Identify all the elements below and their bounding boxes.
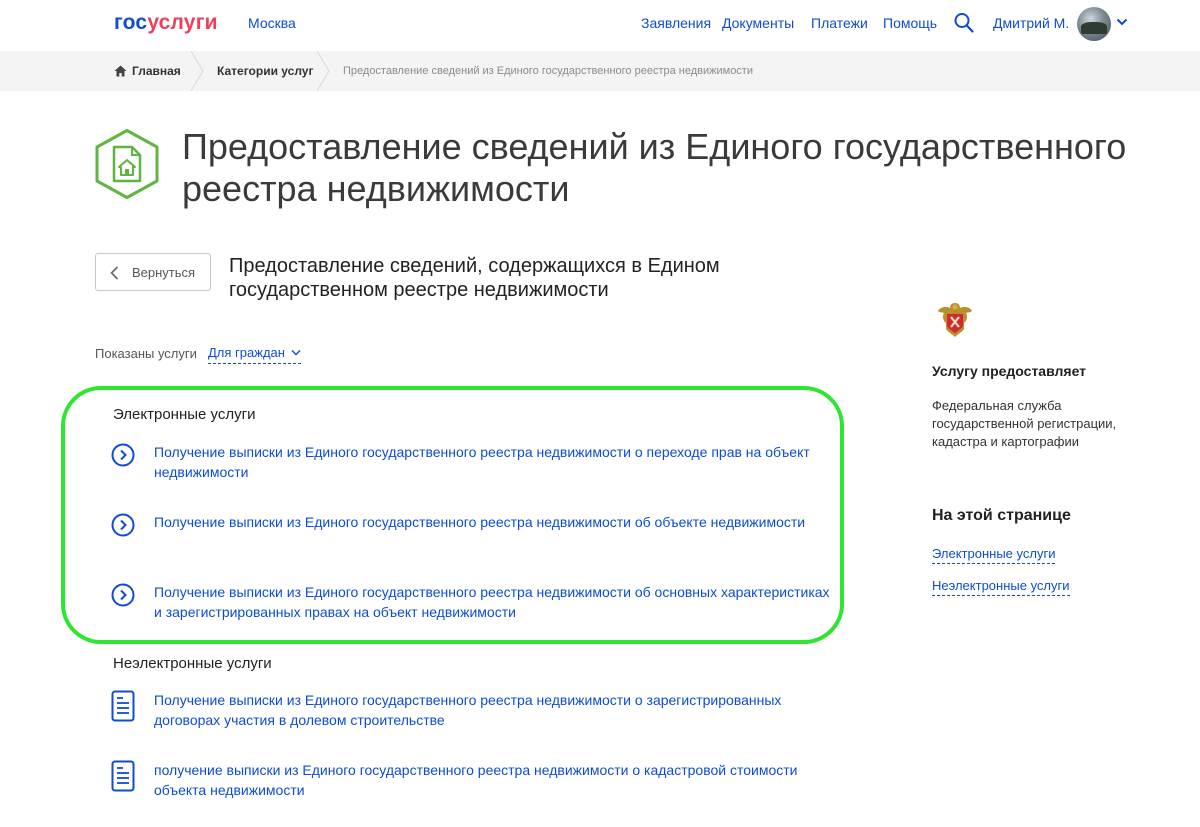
audience-filter-dropdown[interactable]: Для граждан: [208, 345, 301, 364]
electronic-service-item[interactable]: Получение выписки из Единого государстве…: [111, 512, 831, 554]
back-button-label: Вернуться: [132, 265, 196, 280]
anchor-non-electronic-services[interactable]: Неэлектронные услуги: [932, 578, 1070, 596]
audience-filter-value: Для граждан: [208, 345, 285, 360]
non-electronic-service-link[interactable]: получение выписки из Единого государстве…: [154, 760, 834, 800]
provider-heading: Услугу предоставляет: [932, 363, 1087, 379]
nav-documents[interactable]: Документы: [722, 15, 794, 31]
breadcrumb-categories[interactable]: Категории услуг: [217, 64, 313, 78]
rosreestr-emblem-icon: [938, 303, 972, 337]
arrow-circle-icon: [111, 513, 135, 537]
electronic-service-item[interactable]: Получение выписки из Единого государстве…: [111, 582, 831, 624]
nav-payments[interactable]: Платежи: [811, 15, 868, 31]
document-icon: [111, 760, 135, 792]
breadcrumb-separator: [316, 51, 330, 91]
breadcrumb-home[interactable]: Главная: [132, 64, 181, 78]
page-title: Предоставление сведений из Единого госуд…: [182, 126, 1127, 209]
nav-applications[interactable]: Заявления: [641, 15, 711, 31]
provider-name: Федеральная служба государственной регис…: [932, 398, 1117, 449]
electronic-service-link[interactable]: Получение выписки из Единого государстве…: [154, 582, 834, 622]
search-icon[interactable]: [954, 12, 974, 34]
electronic-service-link[interactable]: Получение выписки из Единого государстве…: [154, 512, 834, 532]
electronic-services-heading: Электронные услуги: [113, 406, 256, 423]
anchor-electronic-services[interactable]: Электронные услуги: [932, 546, 1056, 564]
breadcrumb-current: Предоставление сведений из Единого госуд…: [343, 65, 753, 77]
real-estate-document-icon: [95, 129, 159, 199]
avatar[interactable]: [1077, 7, 1111, 41]
chevron-down-icon[interactable]: [1116, 17, 1128, 27]
electronic-service-item[interactable]: Получение выписки из Единого государстве…: [111, 442, 831, 484]
arrow-circle-icon: [111, 583, 135, 607]
gosuslugi-logo[interactable]: госуслуги: [114, 12, 218, 34]
non-electronic-services-heading: Неэлектронные услуги: [113, 655, 272, 672]
logo-part-gos: гос: [114, 11, 148, 34]
shown-services-label: Показаны услуги: [95, 346, 197, 361]
chevron-left-icon: [110, 266, 119, 280]
non-electronic-service-item[interactable]: Получение выписки из Единого государстве…: [111, 690, 831, 732]
non-electronic-service-link[interactable]: Получение выписки из Единого государстве…: [154, 690, 834, 730]
logo-part-uslugi: услуги: [147, 11, 218, 34]
breadcrumb-separator: [190, 51, 204, 91]
city-selector[interactable]: Москва: [248, 15, 296, 31]
chevron-down-icon: [291, 350, 301, 356]
user-name[interactable]: Дмитрий М.: [993, 15, 1069, 31]
nav-help[interactable]: Помощь: [883, 15, 937, 31]
home-icon: [114, 65, 127, 77]
document-icon: [111, 690, 135, 722]
electronic-service-link[interactable]: Получение выписки из Единого государстве…: [154, 442, 834, 482]
breadcrumb: Главная Категории услуг Предоставление с…: [0, 51, 1200, 91]
back-button[interactable]: Вернуться: [95, 253, 211, 291]
service-subtitle: Предоставление сведений, содержащихся в …: [229, 255, 720, 301]
on-this-page-heading: На этой странице: [932, 507, 1071, 524]
arrow-circle-icon: [111, 443, 135, 467]
non-electronic-service-item[interactable]: получение выписки из Единого государстве…: [111, 760, 831, 802]
top-header: госуслуги Москва Заявления Документы Пла…: [0, 0, 1200, 48]
